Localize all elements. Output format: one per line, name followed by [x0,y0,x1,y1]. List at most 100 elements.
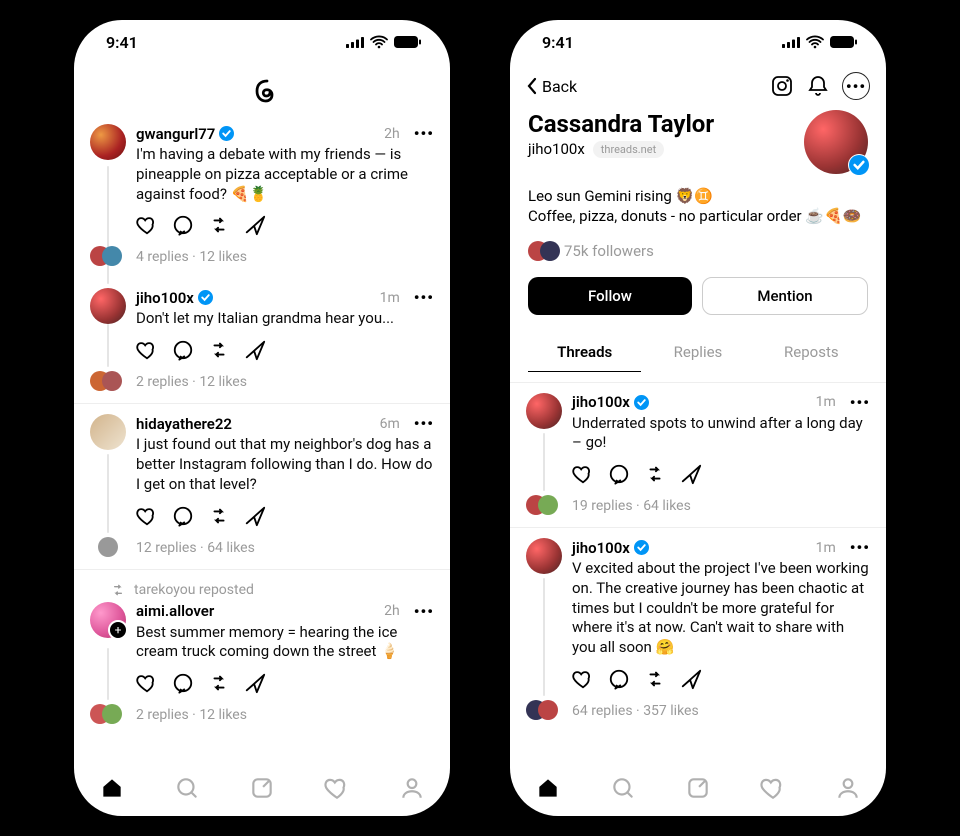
verified-icon [219,126,234,141]
profile-feed[interactable]: jiho100x 1m ••• Underrated spots to unwi… [510,383,886,761]
post[interactable]: jiho100x 1m ••• Underrated spots to unwi… [510,383,886,528]
like-icon[interactable] [136,672,158,694]
avatar[interactable] [90,288,126,324]
post-menu-icon[interactable]: ••• [414,414,434,433]
share-icon[interactable] [680,668,702,690]
verified-icon [198,290,213,305]
post-time: 1m [816,394,836,410]
reply-avatars[interactable] [526,495,562,517]
tab-search-icon[interactable] [174,775,200,801]
status-bar: 9:41 [510,20,886,64]
followers-count[interactable]: 75k followers [528,241,868,261]
share-icon[interactable] [244,672,266,694]
username[interactable]: gwangurl77 [136,125,215,143]
comment-icon[interactable] [172,214,194,236]
post[interactable]: jiho100x 1m ••• Don't let my Italian gra… [74,278,450,403]
avatar[interactable] [90,124,126,160]
avatar[interactable] [526,393,562,429]
like-icon[interactable] [572,668,594,690]
reply-avatars[interactable] [90,371,126,393]
post-menu-icon[interactable]: ••• [414,288,434,307]
comment-icon[interactable] [608,668,630,690]
post-menu-icon[interactable]: ••• [850,393,870,412]
tab-home-icon[interactable] [99,775,125,801]
username[interactable]: hidayathere22 [136,415,232,433]
back-button[interactable]: Back [526,77,577,96]
username[interactable]: jiho100x [136,289,194,307]
comment-icon[interactable] [608,463,630,485]
post-stats[interactable]: 19 replies · 64 likes [572,498,870,514]
more-menu-icon[interactable]: ••• [842,72,870,100]
avatar[interactable]: + [90,602,126,638]
tab-threads[interactable]: Threads [528,333,641,372]
comment-icon[interactable] [172,339,194,361]
reply-avatars[interactable] [526,700,562,722]
comment-icon[interactable] [172,505,194,527]
reply-avatars[interactable] [90,537,126,559]
post-stats[interactable]: 2 replies · 12 likes [136,374,434,390]
profile-avatar[interactable] [804,110,868,174]
like-icon[interactable] [136,214,158,236]
tab-reposts[interactable]: Reposts [755,333,868,372]
tab-bar [74,760,450,816]
tab-profile-icon[interactable] [835,775,861,801]
domain-badge[interactable]: threads.net [593,141,664,158]
tab-compose-icon[interactable] [249,775,275,801]
follow-badge-icon[interactable]: + [108,620,128,640]
tab-home-icon[interactable] [535,775,561,801]
like-icon[interactable] [572,463,594,485]
verified-icon [848,154,870,176]
feed[interactable]: gwangurl77 2h ••• I'm having a debate wi… [74,124,450,760]
share-icon[interactable] [244,339,266,361]
status-icons [346,35,422,49]
wifi-icon [806,35,824,49]
post-stats[interactable]: 12 replies · 64 likes [136,540,434,556]
like-icon[interactable] [136,339,158,361]
post[interactable]: gwangurl77 2h ••• I'm having a debate wi… [74,124,450,278]
post-text: V excited about the project I've been wo… [572,559,870,658]
post-menu-icon[interactable]: ••• [414,124,434,143]
mention-button[interactable]: Mention [702,277,868,315]
repost-icon[interactable] [208,339,230,361]
share-icon[interactable] [244,505,266,527]
tab-activity-icon[interactable] [760,775,786,801]
profile-header: Cassandra Taylor jiho100x threads.net Le… [510,106,886,382]
post-menu-icon[interactable]: ••• [850,538,870,557]
repost-icon[interactable] [644,463,666,485]
post-stats[interactable]: 2 replies · 12 likes [136,707,434,723]
follow-button[interactable]: Follow [528,277,692,315]
tab-profile-icon[interactable] [399,775,425,801]
post-menu-icon[interactable]: ••• [414,602,434,621]
post[interactable]: hidayathere22 6m ••• I just found out th… [74,403,450,568]
tab-replies[interactable]: Replies [641,333,754,372]
repost-icon[interactable] [644,668,666,690]
share-icon[interactable] [680,463,702,485]
reply-avatars[interactable] [90,704,126,726]
username[interactable]: jiho100x [572,539,630,557]
threads-logo-icon[interactable] [247,76,277,106]
repost-icon[interactable] [208,672,230,694]
post-text: Don't let my Italian grandma hear you... [136,309,434,329]
post-stats[interactable]: 4 replies · 12 likes [136,249,434,265]
tab-activity-icon[interactable] [324,775,350,801]
profile-name: Cassandra Taylor [528,110,714,138]
post-stats[interactable]: 64 replies · 357 likes [572,703,870,719]
like-icon[interactable] [136,505,158,527]
post-time: 2h [384,126,400,142]
repost-icon[interactable] [208,505,230,527]
tab-search-icon[interactable] [610,775,636,801]
avatar[interactable] [90,414,126,450]
post[interactable]: tarekoyou reposted + aimi.allover 2h ••• [74,569,450,737]
signal-icon [782,36,800,48]
share-icon[interactable] [244,214,266,236]
post[interactable]: jiho100x 1m ••• V excited about the proj… [510,527,886,732]
bell-icon[interactable] [806,74,830,98]
comment-icon[interactable] [172,672,194,694]
avatar[interactable] [526,538,562,574]
tab-compose-icon[interactable] [685,775,711,801]
reply-avatars[interactable] [90,246,126,268]
repost-icon[interactable] [208,214,230,236]
instagram-icon[interactable] [770,74,794,98]
username[interactable]: aimi.allover [136,602,214,620]
username[interactable]: jiho100x [572,393,630,411]
